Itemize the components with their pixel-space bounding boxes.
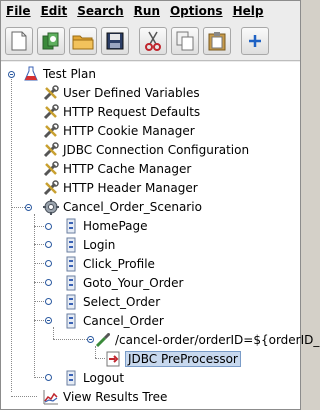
open-button[interactable] bbox=[69, 26, 97, 55]
tree-node-label: Cancel_Order_Scenario bbox=[63, 200, 202, 214]
copy-button[interactable] bbox=[171, 26, 199, 55]
menu-file[interactable]: File bbox=[1, 1, 36, 21]
tree-node-controller[interactable]: Cancel_Order bbox=[63, 312, 164, 330]
pipette-icon bbox=[95, 333, 110, 348]
tree-line bbox=[11, 396, 37, 397]
tree-line bbox=[53, 327, 54, 339]
wrench-icon bbox=[43, 85, 59, 101]
menu-help[interactable]: Help bbox=[228, 1, 269, 21]
tree-node-label: View Results Tree bbox=[63, 390, 168, 404]
cut-button[interactable] bbox=[139, 26, 167, 55]
save-icon bbox=[106, 32, 124, 49]
menu-bar: File Edit Search Run Options Help bbox=[1, 1, 300, 21]
flask-icon bbox=[24, 66, 38, 81]
wrench-icon bbox=[43, 180, 59, 196]
tree-node-controller[interactable]: Goto_Your_Order bbox=[63, 274, 183, 292]
expand-icon bbox=[249, 34, 261, 47]
controller-icon bbox=[66, 275, 76, 291]
jmeter-window: File Edit Search Run Options Help Test P… bbox=[0, 0, 320, 410]
tree-node-controller[interactable]: Click_Profile bbox=[63, 255, 155, 273]
tree-node-label: HTTP Cache Manager bbox=[63, 162, 192, 176]
controller-icon bbox=[66, 256, 76, 272]
gear-icon bbox=[43, 199, 59, 215]
templates-button[interactable] bbox=[37, 26, 65, 55]
tree-node-label: HTTP Request Defaults bbox=[63, 105, 201, 119]
controller-icon bbox=[66, 218, 76, 234]
tree-node-config[interactable]: HTTP Cookie Manager bbox=[43, 122, 195, 140]
paste-button[interactable] bbox=[203, 26, 231, 55]
controller-icon bbox=[66, 237, 76, 253]
expand-handle[interactable] bbox=[45, 279, 52, 286]
open-icon bbox=[72, 35, 94, 49]
tree-node-label: HomePage bbox=[83, 219, 148, 233]
copy-icon bbox=[176, 31, 194, 50]
tree-node-label: Select_Order bbox=[83, 295, 161, 309]
tree-node-label: Goto_Your_Order bbox=[83, 276, 184, 290]
wrench-icon bbox=[43, 104, 59, 120]
tree-node-label: HTTP Cookie Manager bbox=[63, 124, 195, 138]
expand-handle[interactable] bbox=[45, 241, 52, 248]
expand-handle[interactable] bbox=[45, 260, 52, 267]
tree-node-config[interactable]: HTTP Header Manager bbox=[43, 179, 198, 197]
wrench-icon bbox=[43, 142, 59, 158]
tree-node-sampler[interactable]: /cancel-order/orderID=${orderID_1} bbox=[95, 331, 320, 349]
tree-node-label: Test Plan bbox=[43, 67, 96, 81]
expand-handle[interactable] bbox=[8, 71, 15, 78]
tree-node-label: JDBC Connection Configuration bbox=[63, 143, 250, 157]
expand-handle[interactable] bbox=[87, 336, 94, 343]
tree-node-listener[interactable]: View Results Tree bbox=[43, 388, 167, 406]
templates-icon bbox=[42, 32, 59, 49]
tree-node-label: Logout bbox=[83, 371, 125, 385]
expand-handle[interactable] bbox=[45, 374, 52, 381]
tree-node-config[interactable]: HTTP Cache Manager bbox=[43, 160, 191, 178]
tree-node-config[interactable]: JDBC Connection Configuration bbox=[43, 141, 249, 159]
new-icon bbox=[11, 31, 27, 50]
cut-icon bbox=[145, 31, 161, 51]
menu-run[interactable]: Run bbox=[129, 1, 165, 21]
paste-icon bbox=[208, 31, 226, 50]
expand-handle[interactable] bbox=[45, 317, 52, 324]
expand-handle[interactable] bbox=[45, 298, 52, 305]
wrench-icon bbox=[43, 123, 59, 139]
expand-button[interactable] bbox=[241, 26, 269, 55]
tree-node-controller[interactable]: Select_Order bbox=[63, 293, 160, 311]
tree-node-controller[interactable]: HomePage bbox=[63, 217, 148, 235]
tree-node-label: JDBC PreProcessor bbox=[125, 351, 241, 367]
tree-node-label: /cancel-order/orderID=${orderID_1} bbox=[115, 333, 320, 347]
tree-node-thread-group[interactable]: Cancel_Order_Scenario bbox=[43, 198, 202, 216]
tree-node-label: Click_Profile bbox=[83, 257, 155, 271]
tree-node-preprocessor[interactable]: JDBC PreProcessor bbox=[105, 350, 241, 368]
tree-node-config[interactable]: HTTP Request Defaults bbox=[43, 103, 200, 121]
menu-options[interactable]: Options bbox=[165, 1, 228, 21]
tree-line bbox=[34, 214, 35, 378]
tree-node-label: HTTP Header Manager bbox=[63, 181, 198, 195]
tree-line bbox=[11, 74, 12, 392]
graph-icon bbox=[43, 390, 58, 405]
tree-node-label: User Defined Variables bbox=[63, 86, 200, 100]
controller-icon bbox=[66, 294, 76, 310]
controller-icon bbox=[66, 370, 76, 386]
tree-node-label: Login bbox=[83, 238, 116, 252]
tree-node-test-plan[interactable]: Test Plan bbox=[23, 65, 96, 83]
expand-handle[interactable] bbox=[25, 204, 32, 211]
tree-node-controller[interactable]: Logout bbox=[63, 369, 124, 387]
tree-line bbox=[53, 339, 89, 340]
expand-handle[interactable] bbox=[45, 223, 52, 230]
preprocessor-icon bbox=[106, 351, 120, 367]
toolbar bbox=[1, 21, 300, 61]
menu-search[interactable]: Search bbox=[72, 1, 128, 21]
controller-icon bbox=[66, 313, 76, 329]
save-button[interactable] bbox=[101, 26, 129, 55]
tree-node-label: Cancel_Order bbox=[83, 314, 164, 328]
tree-node-controller[interactable]: Login bbox=[63, 236, 115, 254]
wrench-icon bbox=[43, 161, 59, 177]
tree-node-config[interactable]: User Defined Variables bbox=[43, 84, 200, 102]
test-plan-tree: Test Plan User Defined Variables HTTP Re… bbox=[1, 62, 320, 409]
tree-line bbox=[95, 358, 105, 359]
new-button[interactable] bbox=[5, 26, 33, 55]
menu-edit[interactable]: Edit bbox=[36, 1, 73, 21]
